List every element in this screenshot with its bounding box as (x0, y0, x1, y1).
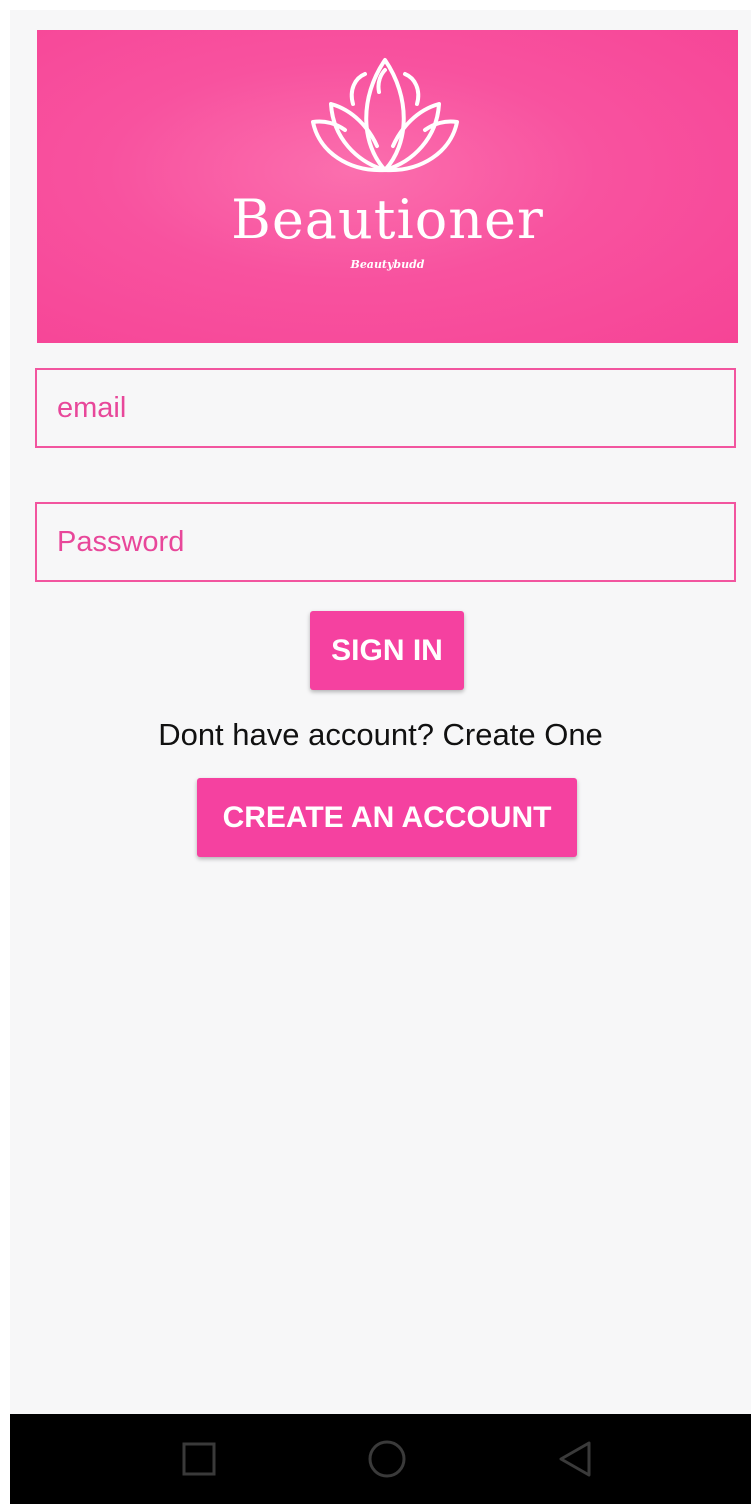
lotus-icon (311, 58, 459, 173)
email-input[interactable] (35, 368, 736, 448)
system-navigation-bar (10, 1414, 751, 1504)
create-account-prompt: Dont have account? Create One (158, 717, 603, 752)
brand-tagline: Beautybudd (350, 258, 425, 271)
password-input[interactable] (35, 502, 736, 582)
back-triangle-icon[interactable] (555, 1439, 595, 1479)
brand-name: Beautioner (231, 188, 544, 251)
sign-in-button[interactable]: SIGN IN (310, 611, 464, 690)
recents-square-icon[interactable] (179, 1439, 219, 1479)
home-circle-icon[interactable] (367, 1439, 407, 1479)
brand-banner: Beautioner Beautybudd (37, 30, 738, 343)
login-screen: Beautioner Beautybudd SIGN IN Dont have … (10, 10, 751, 1504)
create-account-button[interactable]: CREATE AN ACCOUNT (197, 778, 577, 857)
